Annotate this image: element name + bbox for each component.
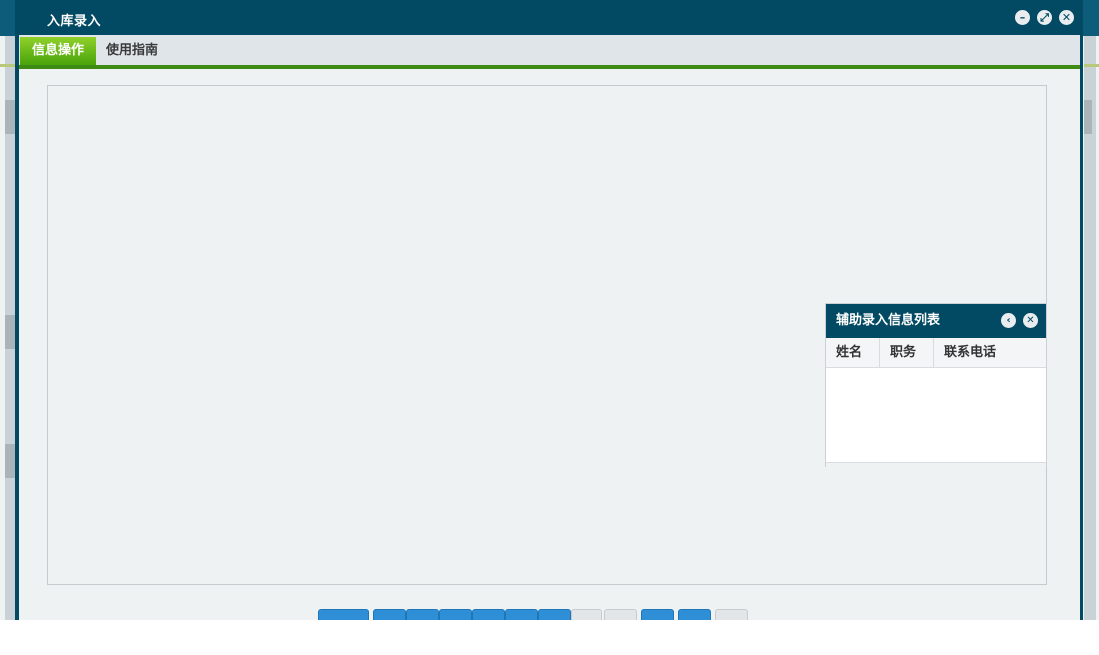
toolbar-button[interactable] (505, 609, 538, 620)
toolbar-button[interactable] (641, 609, 674, 620)
toolbar-button[interactable] (571, 609, 602, 620)
helper-panel-title: 辅助录入信息列表 (836, 313, 941, 328)
entry-modal-window: 入库录入 – ⤢ ✕ 信息操作 使用指南 辅助录入信息列表 ‹ ✕ 姓名 职务 … (15, 0, 1083, 620)
helper-list-panel: 辅助录入信息列表 ‹ ✕ 姓名 职务 联系电话 (825, 303, 1047, 467)
toolbar-button[interactable] (373, 609, 406, 620)
modal-body: 信息操作 使用指南 辅助录入信息列表 ‹ ✕ 姓名 职务 联系电话 (19, 35, 1080, 620)
toolbar-button[interactable] (538, 609, 571, 620)
background-accent-line (0, 64, 15, 67)
toolbar-button[interactable] (715, 609, 748, 620)
tab-user-guide[interactable]: 使用指南 (106, 37, 158, 65)
tab-underline (19, 65, 1080, 69)
background-side-block (5, 315, 15, 349)
toolbar-button[interactable] (604, 609, 637, 620)
modal-title: 入库录入 (47, 14, 102, 29)
chevron-left-icon[interactable]: ‹ (1001, 313, 1016, 328)
helper-panel-header: 辅助录入信息列表 ‹ ✕ (826, 304, 1046, 338)
close-icon[interactable]: ✕ (1023, 313, 1038, 328)
tab-bar: 信息操作 使用指南 (19, 35, 1080, 65)
background-side-block (1084, 100, 1092, 134)
column-header-name[interactable]: 姓名 (826, 338, 880, 367)
toolbar-button[interactable] (439, 609, 472, 620)
background-accent-line (1084, 64, 1099, 67)
toolbar-button[interactable] (678, 609, 711, 620)
helper-panel-footer (826, 462, 1046, 467)
minus-icon[interactable]: – (1015, 10, 1030, 25)
background-side-block (5, 444, 15, 478)
close-icon[interactable]: ✕ (1059, 10, 1074, 25)
expand-icon[interactable]: ⤢ (1037, 10, 1052, 25)
toolbar-button[interactable] (318, 609, 369, 620)
background-side-block (5, 100, 15, 134)
tab-info-operation[interactable]: 信息操作 (20, 37, 96, 65)
toolbar-button[interactable] (406, 609, 439, 620)
column-header-position[interactable]: 职务 (880, 338, 934, 367)
column-header-phone[interactable]: 联系电话 (934, 338, 1046, 367)
helper-table-header: 姓名 职务 联系电话 (826, 338, 1046, 368)
toolbar-button[interactable] (472, 609, 505, 620)
